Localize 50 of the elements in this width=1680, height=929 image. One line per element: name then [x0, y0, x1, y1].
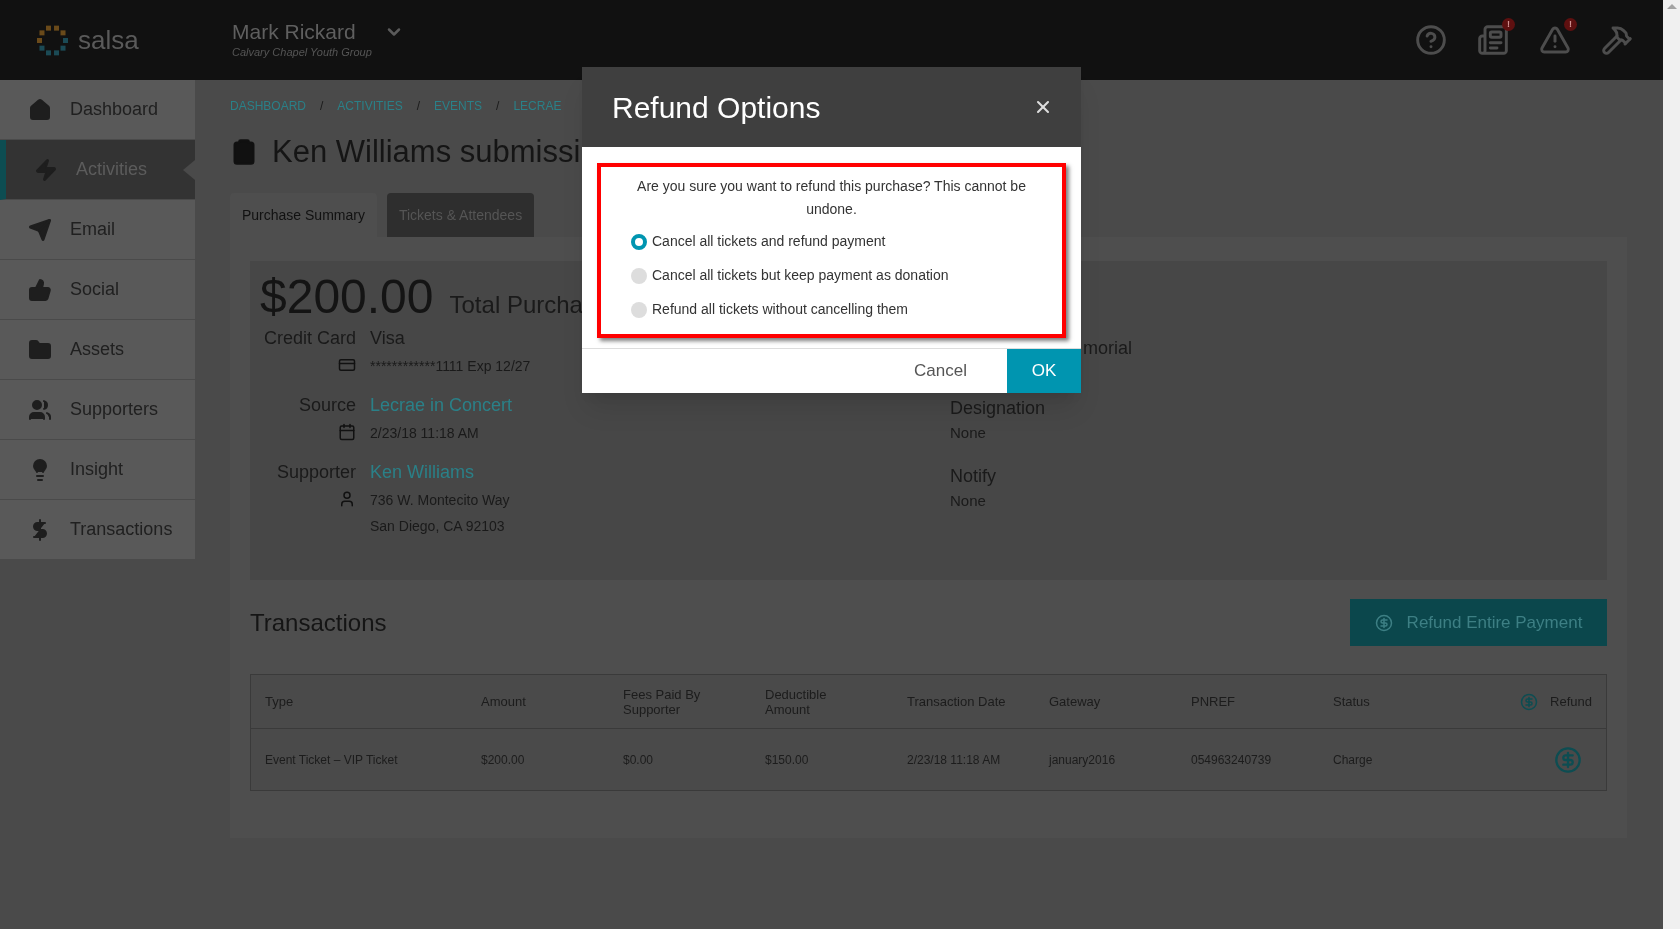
paper-plane-icon	[28, 217, 52, 242]
detail-link[interactable]: Lecrae in Concert	[370, 392, 513, 419]
breadcrumb-link[interactable]: EVENTS	[434, 97, 483, 115]
radio-button[interactable]	[631, 233, 647, 250]
sidebar-item[interactable]: Transactions	[0, 500, 195, 560]
user-name: Mark Rickard	[232, 19, 357, 44]
breadcrumb-link[interactable]: DASHBOARD	[230, 97, 306, 115]
sidebar-item[interactable]: Email	[0, 200, 195, 260]
breadcrumb-link[interactable]: ACTIVITIES	[337, 97, 403, 115]
thumbs-up-icon	[28, 277, 52, 302]
person-icon	[338, 490, 356, 508]
scroll-up-icon[interactable]	[1666, 4, 1677, 9]
sidebar-item[interactable]: Insight	[0, 440, 195, 500]
radio-option[interactable]: Cancel all tickets but keep payment as donation	[631, 265, 1032, 286]
tab[interactable]: Purchase Summary	[230, 193, 377, 237]
breadcrumb-separator: /	[496, 98, 500, 115]
ok-button[interactable]: OK	[1007, 349, 1081, 393]
sidebar-item[interactable]: Dashboard	[0, 80, 195, 140]
section-title: Transactions	[250, 607, 387, 638]
help-icon[interactable]	[1415, 24, 1447, 56]
warning-icon[interactable]	[1539, 24, 1571, 56]
logo-text: salsa	[78, 23, 139, 57]
radio-option[interactable]: Refund all tickets without cancelling them	[631, 299, 1032, 320]
folder-icon	[28, 337, 52, 362]
refund-entire-payment-button[interactable]: Refund Entire Payment	[1350, 599, 1607, 646]
report-icon[interactable]	[1477, 24, 1509, 56]
dialog-message: Are you sure you want to refund this purchase? This cannot be undone.	[636, 177, 1027, 219]
sidebar-item[interactable]: Supporters	[0, 380, 195, 440]
dialog-title: Refund Options	[612, 89, 821, 126]
dollar-circle-icon	[1374, 613, 1393, 632]
radio-option[interactable]: Cancel all tickets and refund payment	[631, 231, 1032, 252]
notification-badge: !	[1564, 18, 1577, 31]
radio-button[interactable]	[631, 267, 647, 284]
organization-name: Calvary Chapel Youth Group	[232, 44, 372, 60]
breadcrumb-separator: /	[320, 98, 324, 115]
home-icon	[28, 97, 52, 122]
cancel-button[interactable]: Cancel	[874, 349, 1007, 393]
scrollbar[interactable]	[1663, 0, 1680, 929]
breadcrumb-link[interactable]: LECRAE	[513, 97, 562, 115]
users-icon	[28, 397, 52, 422]
detail-link[interactable]: Ken Williams	[370, 459, 510, 486]
breadcrumb-separator: /	[416, 98, 421, 115]
calendar-icon	[338, 423, 356, 441]
sidebar-item[interactable]: Assets	[0, 320, 195, 380]
dollar-circle-icon	[1520, 692, 1539, 711]
sidebar-item[interactable]: Social	[0, 260, 195, 320]
hammer-icon[interactable]	[1601, 24, 1633, 56]
notification-badge: !	[1502, 18, 1515, 31]
credit-card-icon	[338, 356, 356, 374]
radio-button[interactable]	[631, 301, 647, 318]
